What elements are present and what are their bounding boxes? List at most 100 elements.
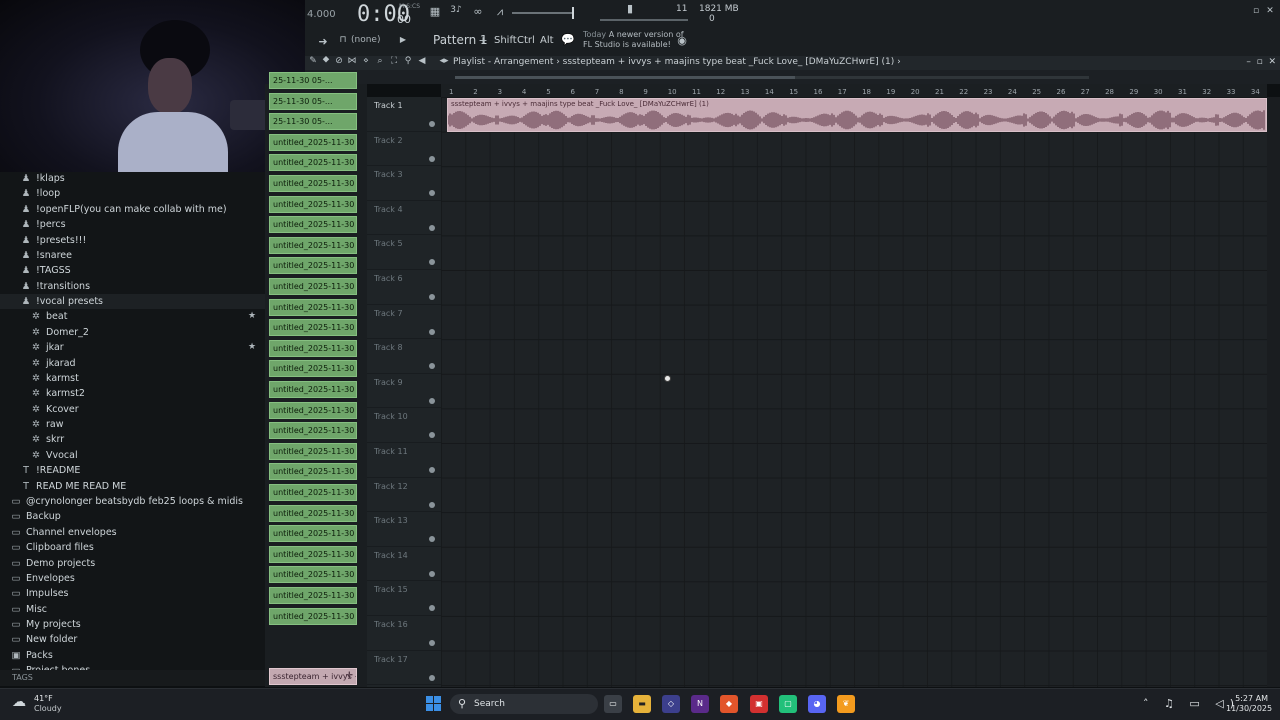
playlist-breadcrumb[interactable]: Playlist - Arrangement › ssstepteam + iv…: [453, 57, 901, 67]
browser-item[interactable]: ♟ !klaps: [0, 172, 265, 186]
picker-clip[interactable]: untitled_2025-11-30 05-...: [269, 278, 357, 295]
pattern-selector-none[interactable]: (none): [351, 35, 380, 45]
track-header[interactable]: Track 4: [367, 201, 441, 236]
picker-clip[interactable]: untitled_2025-11-30 05-...: [269, 484, 357, 501]
picker-clip[interactable]: untitled_2025-11-30 05-...: [269, 422, 357, 440]
picker-clip[interactable]: untitled_2025-11-30 05-...: [269, 587, 357, 604]
shift-key-button[interactable]: Shift: [494, 35, 517, 46]
picker-clip[interactable]: untitled_2025-11-30 05-...: [269, 133, 357, 151]
track-header[interactable]: Track 3: [367, 166, 441, 201]
picker-clip[interactable]: untitled_2025-11-30 05-...: [269, 566, 357, 584]
browser-item[interactable]: ♟ !snaree: [0, 248, 265, 263]
track-header[interactable]: Track 5: [367, 235, 441, 270]
track-mute-led[interactable]: [429, 570, 435, 577]
brave-icon[interactable]: ◆: [720, 695, 738, 713]
track-mute-led[interactable]: [429, 397, 435, 404]
browser-item[interactable]: ✲ beat: [0, 309, 265, 324]
ctrl-key-button[interactable]: Ctrl: [517, 35, 535, 46]
browser-item[interactable]: T !README: [0, 463, 265, 478]
browser-item[interactable]: ▭ @crynolonger beatsbydb feb25 loops & mi…: [0, 494, 265, 509]
track-mute-led[interactable]: [429, 155, 435, 162]
add-pattern-icon[interactable]: +: [475, 34, 491, 48]
track-header[interactable]: Track 16: [367, 616, 441, 651]
track-mute-led[interactable]: [429, 605, 435, 612]
browser-item[interactable]: ♟ !vocal presets: [0, 294, 265, 310]
picker-clip[interactable]: untitled_2025-11-30 05-...: [269, 339, 357, 357]
browser-item[interactable]: ▭ Channel envelopes: [0, 525, 265, 540]
picker-clip[interactable]: 25-11-30 05-...: [269, 92, 357, 110]
track-mute-led[interactable]: [429, 190, 435, 197]
piano-icon[interactable]: ▦: [427, 5, 443, 19]
track-mute-led[interactable]: [429, 432, 435, 439]
browser-item[interactable]: ✲ jkar: [0, 340, 265, 355]
track-mute-led[interactable]: [429, 501, 435, 508]
track-mute-led[interactable]: [429, 363, 435, 370]
browser-item[interactable]: ✲ jkarad: [0, 356, 265, 371]
horizontal-scrollbar[interactable]: [455, 76, 1089, 79]
app-icon-next[interactable]: N: [691, 695, 709, 713]
browser-item[interactable]: ✲ karmst2: [0, 386, 265, 401]
cloud-icon[interactable]: ☁: [12, 694, 32, 710]
windows-start-icon[interactable]: [426, 696, 442, 712]
task-view-icon[interactable]: ▭: [604, 695, 622, 713]
picker-clip[interactable]: untitled_2025-11-30 05-...: [269, 319, 357, 337]
browser-item[interactable]: ▣ Packs: [0, 648, 265, 663]
picker-clip[interactable]: untitled_2025-11-30 05-...: [269, 236, 357, 254]
master-pitch-slider[interactable]: [600, 19, 688, 21]
picker-clip[interactable]: 25-11-30 05-...: [269, 72, 357, 89]
picker-clip[interactable]: untitled_2025-11-30 05-...: [269, 525, 357, 543]
picker-clip[interactable]: untitled_2025-11-30 05-...: [269, 463, 357, 481]
picker-clip[interactable]: untitled_2025-11-30 05-...: [269, 216, 357, 234]
chat-icon[interactable]: 💬: [560, 33, 576, 47]
picker-clip[interactable]: untitled_2025-11-30 05-...: [269, 504, 357, 522]
picker-clip[interactable]: untitled_2025-11-30 05-...: [269, 195, 357, 213]
browser-item[interactable]: ▭ My projects: [0, 617, 265, 632]
browser-item[interactable]: ✲ karmst: [0, 371, 265, 386]
track-mute-led[interactable]: [429, 328, 435, 335]
browser-item[interactable]: ▭ Impulses: [0, 586, 265, 601]
track-header[interactable]: Track 11: [367, 443, 441, 478]
browser-item[interactable]: ♟ !presets!!!: [0, 233, 265, 248]
alt-key-button[interactable]: Alt: [540, 35, 554, 46]
track-mute-led[interactable]: [429, 640, 435, 646]
playlist-window-controls[interactable]: – ▫ ✕: [1246, 57, 1276, 67]
track-mute-led[interactable]: [429, 536, 435, 543]
arrow-right-icon[interactable]: ➜: [315, 35, 331, 49]
browser-item[interactable]: ▭ Envelopes: [0, 571, 265, 586]
track-header[interactable]: Track 14: [367, 547, 441, 582]
track-header[interactable]: Track 1: [367, 97, 441, 132]
picker-clip[interactable]: untitled_2025-11-30 05-...: [269, 257, 357, 275]
picker-clip[interactable]: untitled_2025-11-30 05-...: [269, 401, 357, 419]
taskbar-search[interactable]: [450, 694, 598, 714]
beat-icon[interactable]: 3♪: [448, 5, 464, 19]
track-header[interactable]: Track 17: [367, 651, 441, 686]
picker-clip[interactable]: untitled_2025-11-30 05-...: [269, 545, 357, 563]
pattern-icon[interactable]: ⊓: [335, 35, 351, 49]
tempo-display[interactable]: 4.000: [307, 9, 336, 20]
picker-clip[interactable]: untitled_2025-11-30 05-...: [269, 154, 357, 172]
browser-item[interactable]: ▭ Misc: [0, 602, 265, 617]
track-header[interactable]: Track 13: [367, 512, 441, 547]
browser-item[interactable]: ✲ Vvocal: [0, 448, 265, 463]
browser-tags-bar[interactable]: TAGS: [0, 670, 265, 686]
browser-item[interactable]: T READ ME READ ME: [0, 479, 265, 494]
picker-clip[interactable]: untitled_2025-11-30 05-...: [269, 360, 357, 378]
wave-icon[interactable]: ∞: [470, 5, 486, 19]
track-header[interactable]: Track 8: [367, 339, 441, 374]
globe-icon[interactable]: ◉: [674, 34, 690, 48]
track-mute-led[interactable]: [429, 224, 435, 231]
track-header[interactable]: Track 7: [367, 305, 441, 340]
vertical-scrollbar[interactable]: [1267, 97, 1280, 687]
audio-clip[interactable]: ssstepteam + ivvys + maajins type beat _…: [447, 98, 1267, 132]
browser-item[interactable]: ▭ New folder: [0, 632, 265, 647]
file-explorer-icon[interactable]: ▬: [633, 695, 651, 713]
close-app-icon[interactable]: ✕: [1262, 6, 1278, 20]
track-mute-led[interactable]: [429, 467, 435, 473]
picker-clip[interactable]: 25-11-30 05-...: [269, 113, 357, 131]
track-header[interactable]: Track 15: [367, 581, 441, 616]
track-header[interactable]: Track 10: [367, 408, 441, 443]
browser-item[interactable]: ▭ Backup: [0, 509, 265, 524]
track-mute-led[interactable]: [429, 121, 435, 127]
arrange-arrow-icon[interactable]: ◂▸: [436, 56, 452, 70]
picker-clip[interactable]: untitled_2025-11-30 05-...: [269, 607, 357, 625]
